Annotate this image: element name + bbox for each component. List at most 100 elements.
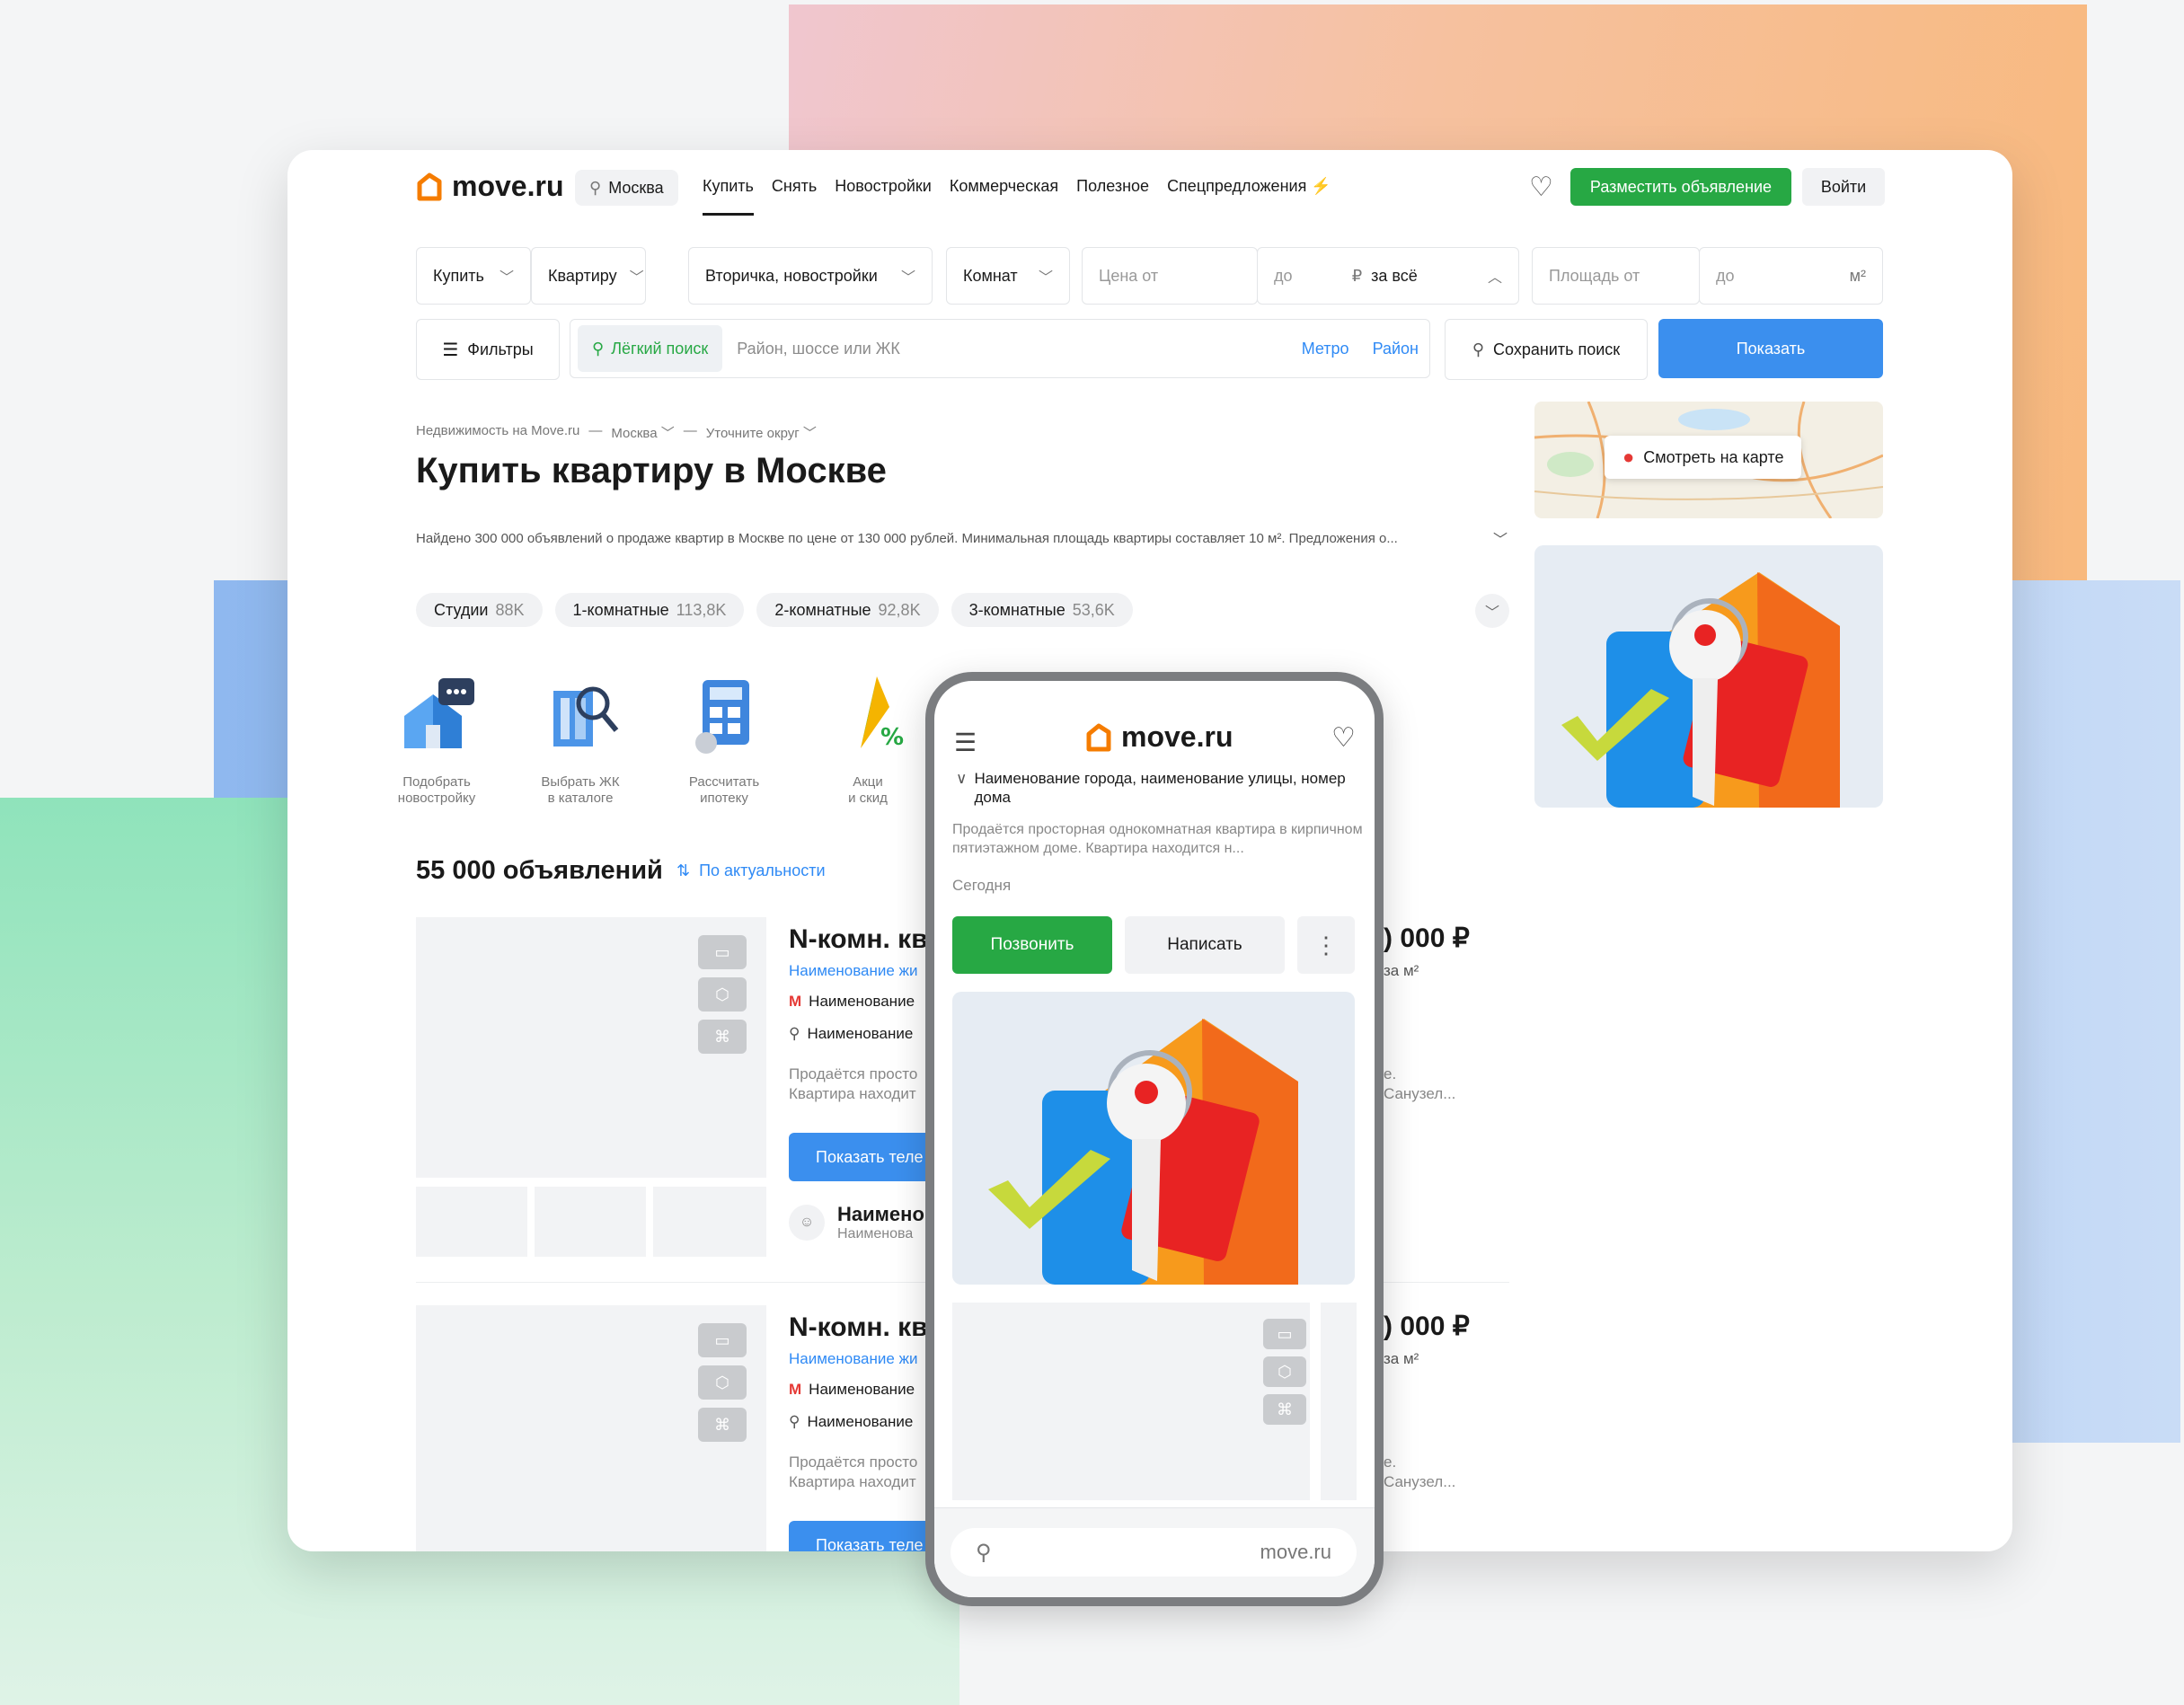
- listing-desc-line2: Квартира находит: [789, 1473, 916, 1490]
- area-to-input[interactable]: до м²: [1699, 247, 1883, 305]
- breadcrumb-root[interactable]: Недвижимость на Move.ru: [416, 423, 579, 442]
- promo-banner[interactable]: [1534, 545, 1883, 808]
- 3d-tour-icon[interactable]: ⬡: [698, 1365, 747, 1400]
- listing-desc-right2: Санузел...: [1384, 1473, 1456, 1490]
- price-to-placeholder: до: [1274, 266, 1293, 285]
- tile-choose-complex[interactable]: Выбрать ЖК в каталоге: [513, 671, 648, 807]
- mobile-url-bar[interactable]: ⚲ move.ru: [951, 1528, 1357, 1577]
- chevron-down-icon: ﹀: [1038, 270, 1053, 286]
- area-from-input[interactable]: Площадь от: [1532, 247, 1700, 305]
- sliders-icon: ☰: [442, 340, 459, 360]
- price-scope-label[interactable]: за всё: [1371, 267, 1418, 286]
- chip-1-room[interactable]: 1-комнатные 113,8K: [554, 593, 745, 627]
- listing-metro-label: Наименование: [809, 1381, 915, 1398]
- hamburger-menu-icon[interactable]: ☰: [954, 728, 977, 757]
- save-search-button[interactable]: ⚲ Сохранить поиск: [1445, 319, 1648, 380]
- video-icon[interactable]: ▭: [698, 935, 747, 969]
- nav-rent[interactable]: Снять: [772, 177, 817, 196]
- listing-metro: M Наименование: [789, 1381, 915, 1399]
- chevron-down-icon: ﹀: [660, 426, 675, 441]
- nav-useful[interactable]: Полезное: [1076, 177, 1149, 196]
- tile-pick-new-building[interactable]: Подобрать новостройку: [369, 671, 504, 807]
- chip-count: 53,6K: [1072, 600, 1115, 619]
- area-unit-label: м²: [1849, 266, 1866, 285]
- show-results-button[interactable]: Показать: [1658, 319, 1883, 378]
- mobile-listing-photo-next[interactable]: [1321, 1303, 1357, 1500]
- post-ad-button[interactable]: Разместить объявление: [1570, 168, 1791, 206]
- easy-search-toggle[interactable]: ⚲ Лёгкий поиск: [578, 325, 723, 372]
- chip-count: 88K: [495, 600, 525, 619]
- view-on-map-label: Смотреть на карте: [1643, 447, 1784, 466]
- mobile-logo[interactable]: move.ru: [1085, 720, 1233, 754]
- listing-address-label: Наименование: [807, 1413, 914, 1430]
- listing-complex-link[interactable]: Наименование жи: [789, 1350, 917, 1368]
- listing-thumbnail[interactable]: [416, 1187, 527, 1257]
- deal-type-select[interactable]: Купить ﹀: [416, 247, 531, 305]
- filters-button[interactable]: ☰ Фильтры: [416, 319, 560, 380]
- chip-2-room[interactable]: 2-комнатные 92,8K: [756, 593, 939, 627]
- listing-desc-line2: Квартира находит: [789, 1085, 916, 1102]
- listing-desc-right1: е.: [1384, 1065, 1397, 1082]
- price-to-input[interactable]: до ₽ за всё ︿: [1257, 247, 1519, 305]
- tile-line1: Акци: [853, 774, 883, 790]
- call-button[interactable]: Позвонить: [952, 916, 1112, 974]
- write-button[interactable]: Написать: [1125, 916, 1285, 974]
- mobile-description: Продаётся просторная однокомнатная кварт…: [952, 822, 1363, 856]
- mobile-date: Сегодня: [952, 877, 1012, 894]
- expand-summary-chevron-icon[interactable]: ﹀: [1493, 527, 1508, 549]
- video-icon[interactable]: ▭: [698, 1323, 747, 1357]
- breadcrumb: Недвижимость на Move.ru — Москва ﹀ — Уточн…: [416, 423, 817, 442]
- tile-calc-mortgage[interactable]: Рассчитать ипотеку: [657, 671, 791, 807]
- listings-count: 55 000 объявлений: [416, 856, 663, 885]
- listing-complex-link[interactable]: Наименование жи: [789, 962, 917, 980]
- chip-studios[interactable]: Студии 88K: [416, 593, 543, 627]
- metro-link[interactable]: Метро: [1302, 340, 1349, 358]
- listing-thumbnail[interactable]: [535, 1187, 646, 1257]
- price-from-input[interactable]: Цена от: [1082, 247, 1258, 305]
- map-preview[interactable]: ● Смотреть на карте: [1534, 402, 1883, 518]
- chevron-down-icon: ﹀: [499, 270, 514, 286]
- search-field[interactable]: ⚲ Лёгкий поиск Район, шоссе или ЖК Метро…: [570, 319, 1430, 378]
- listing-title[interactable]: N-комн. кв: [789, 1312, 928, 1343]
- breadcrumb-city[interactable]: Москва ﹀: [611, 423, 674, 442]
- percent-arrow-icon: %: [861, 676, 904, 751]
- listing-title[interactable]: N-комн. кв: [789, 924, 928, 955]
- agent-name: Наимено: [837, 1203, 924, 1225]
- logo-house-icon: [417, 172, 442, 200]
- property-type-value: Квартиру: [548, 266, 617, 285]
- chip-3-room[interactable]: 3-комнатные 53,6K: [951, 593, 1133, 627]
- favorites-heart-icon[interactable]: ♡: [1529, 172, 1553, 203]
- listing-thumbnail[interactable]: [653, 1187, 766, 1257]
- drone-icon[interactable]: ⌘: [698, 1408, 747, 1442]
- tile-line1: Подобрать: [402, 774, 471, 790]
- 3d-tour-icon[interactable]: ⬡: [698, 977, 747, 1012]
- tile-promotions[interactable]: % Акци и скид: [800, 671, 935, 807]
- login-button[interactable]: Войти: [1802, 168, 1885, 206]
- city-selector[interactable]: ⚲ Москва: [575, 170, 678, 206]
- district-link[interactable]: Район: [1373, 340, 1419, 358]
- nav-commercial[interactable]: Коммерческая: [950, 177, 1058, 196]
- breadcrumb-district-label: Уточните округ: [705, 426, 800, 441]
- drone-icon[interactable]: ⌘: [1263, 1394, 1306, 1425]
- listing-agent[interactable]: ☺ Наимено Наименова: [789, 1203, 924, 1242]
- sort-selector[interactable]: ⇅ По актуальности: [676, 861, 826, 880]
- drone-icon[interactable]: ⌘: [698, 1020, 747, 1054]
- video-icon[interactable]: ▭: [1263, 1319, 1306, 1349]
- site-logo[interactable]: move.ru: [416, 170, 563, 203]
- 3d-tour-icon[interactable]: ⬡: [1263, 1356, 1306, 1387]
- sort-arrows-icon: ⇅: [676, 861, 691, 879]
- property-type-select[interactable]: Квартиру ﹀: [531, 247, 646, 305]
- market-select[interactable]: Вторичка, новостройки ﹀: [688, 247, 933, 305]
- results-summary: Найдено 300 000 объявлений о продаже ква…: [416, 531, 1398, 546]
- rooms-select[interactable]: Комнат ﹀: [946, 247, 1070, 305]
- mobile-promo-banner[interactable]: [952, 992, 1355, 1285]
- nav-special-offers[interactable]: Спецпредложения ⚡: [1167, 177, 1331, 196]
- nav-buy[interactable]: Купить: [703, 177, 754, 216]
- favorites-heart-icon[interactable]: ♡: [1331, 722, 1356, 754]
- view-on-map-button[interactable]: ● Смотреть на карте: [1605, 436, 1802, 479]
- chips-expand-chevron-icon[interactable]: ﹀: [1475, 594, 1509, 628]
- breadcrumb-district[interactable]: Уточните округ ﹀: [706, 423, 817, 442]
- more-options-icon[interactable]: ⋮: [1297, 916, 1355, 974]
- mobile-listing-photo[interactable]: [952, 1303, 1310, 1500]
- nav-new-buildings[interactable]: Новостройки: [835, 177, 932, 196]
